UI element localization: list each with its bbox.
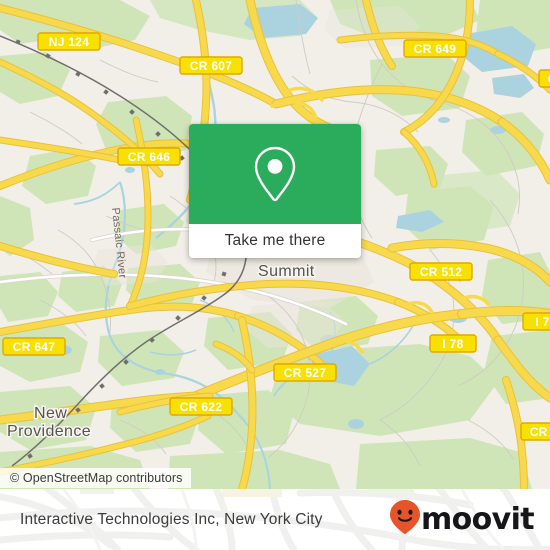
- place-label-new: New: [34, 405, 67, 422]
- road-shield: CR 5: [520, 422, 550, 441]
- moovit-pin-icon: [389, 499, 421, 540]
- road-shield: I 78: [522, 312, 550, 331]
- road-shield-label: CR 512: [420, 265, 463, 279]
- moovit-logo[interactable]: moovit: [389, 499, 535, 540]
- road-shield: CR 622: [169, 397, 233, 416]
- map-pin-icon: [252, 145, 298, 203]
- road-shield: CR 607: [179, 56, 243, 75]
- location-title: Interactive Technologies Inc, New York C…: [20, 510, 323, 528]
- take-me-there-button[interactable]: Take me there: [189, 224, 361, 258]
- osm-attribution[interactable]: © OpenStreetMap contributors: [0, 468, 191, 488]
- road-shield: CR 646: [117, 147, 181, 166]
- road-shield: CR 6: [538, 69, 550, 88]
- road-shield: CR 527: [273, 363, 337, 382]
- moovit-map-page: .g { fill:#cfe5b8; } .g2 { fill:#d7e8c2;…: [0, 0, 550, 550]
- road-shield-label: I 78: [535, 315, 550, 329]
- page-footer: Interactive Technologies Inc, New York C…: [0, 489, 550, 550]
- road-shield-label: CR 647: [13, 340, 56, 354]
- road-shield-label: CR 622: [180, 400, 223, 414]
- road-shield-label: CR 5: [530, 425, 550, 439]
- road-shield-label: CR 646: [128, 150, 171, 164]
- road-shield-label: CR 527: [284, 366, 327, 380]
- place-label-summit: Summit: [258, 263, 315, 280]
- road-shield: NJ 124: [37, 32, 101, 51]
- moovit-wordmark: moovit: [420, 501, 535, 537]
- popup-image-area: [189, 124, 361, 224]
- road-shield-label: NJ 124: [49, 35, 90, 49]
- road-shield: CR 649: [403, 39, 467, 58]
- road-shield-label: CR 607: [190, 59, 233, 73]
- road-shield: CR 647: [2, 337, 66, 356]
- road-shield-label: CR 649: [414, 42, 457, 56]
- road-shield-label: I 78: [442, 337, 463, 351]
- place-label-providence: Providence: [7, 423, 91, 440]
- road-shield: I 78: [429, 334, 477, 353]
- location-popup-card[interactable]: Take me there: [189, 124, 361, 258]
- road-shield: CR 512: [409, 262, 473, 281]
